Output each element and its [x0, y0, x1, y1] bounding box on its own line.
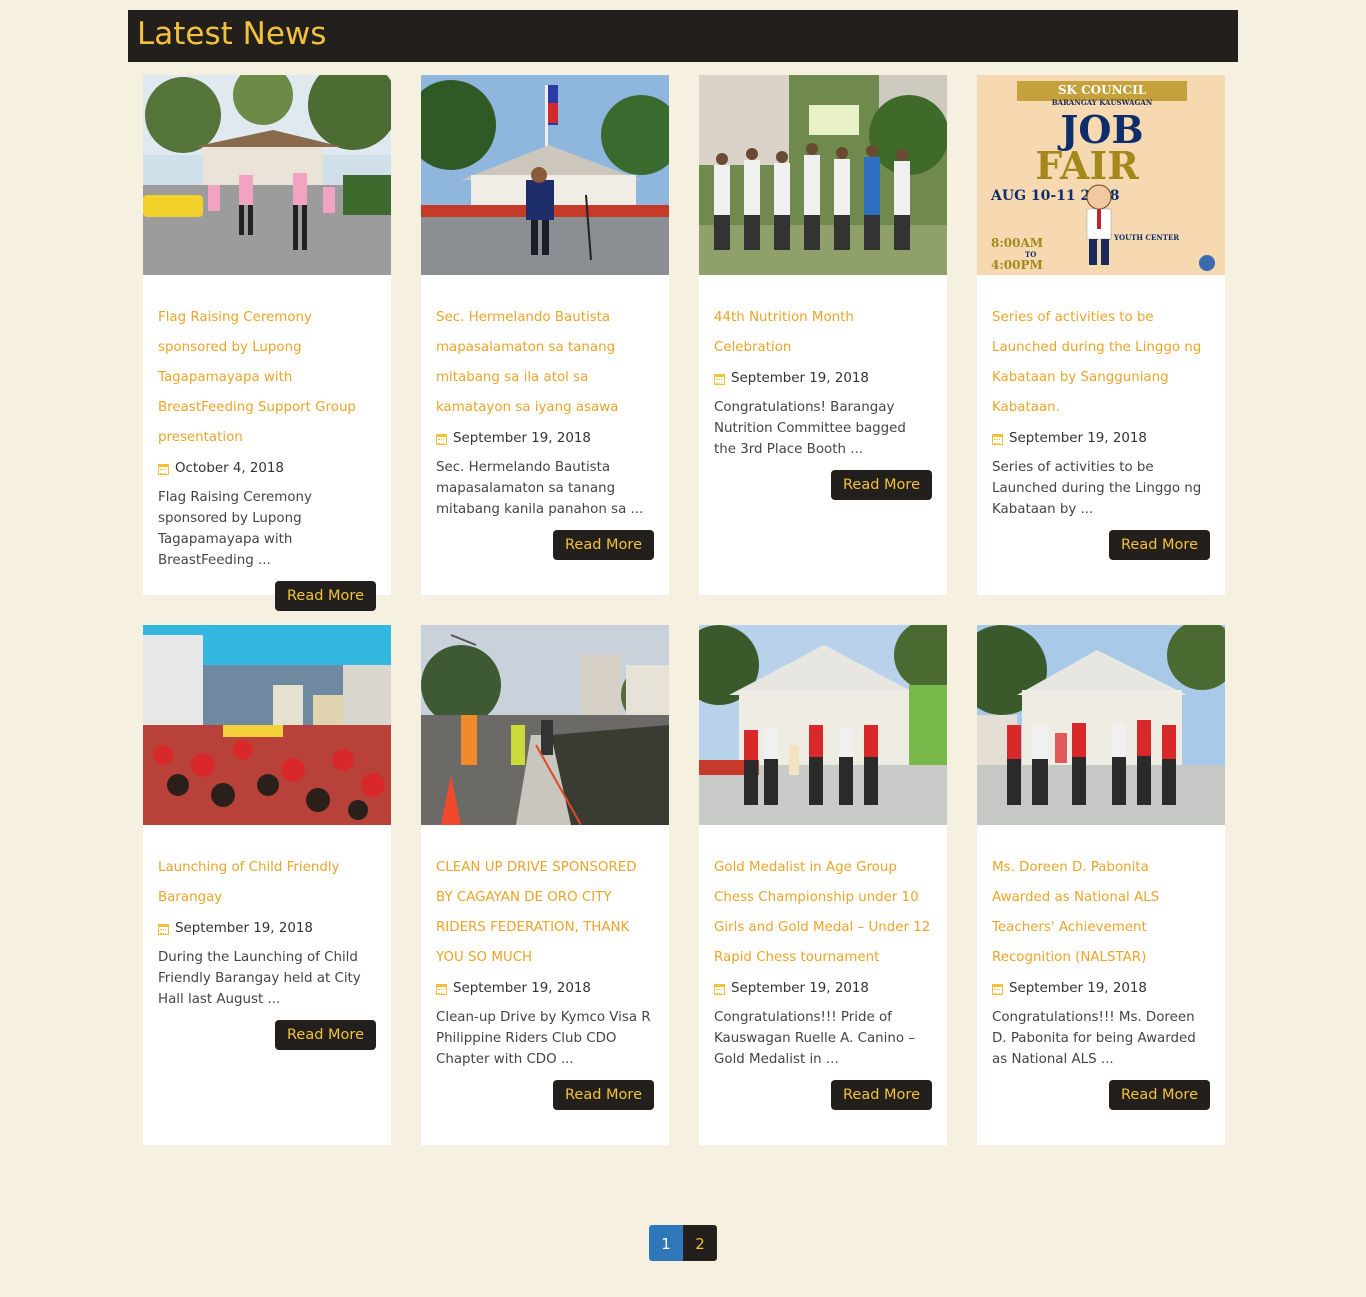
news-card: Gold Medalist in Age Group Chess Champio… [699, 625, 947, 1145]
page-title: Latest News [137, 16, 327, 52]
read-more-button[interactable]: Read More [275, 1020, 376, 1050]
news-card: SK COUNCIL BARANGAY KAUSWAGAN JOB FAIR A… [977, 75, 1225, 595]
news-date-text: September 19, 2018 [1009, 981, 1147, 996]
news-card: Sec. Hermelando Bautista mapasalamaton s… [421, 75, 669, 595]
news-date-text: September 19, 2018 [175, 921, 313, 936]
page-1-button[interactable]: 1 [649, 1225, 683, 1261]
calendar-icon [992, 433, 1003, 445]
read-more-button[interactable]: Read More [553, 530, 654, 560]
photo-crowd-stage[interactable] [143, 625, 391, 825]
pagination: 1 2 [649, 1225, 717, 1261]
read-more-button[interactable]: Read More [1109, 1080, 1210, 1110]
news-excerpt: Congratulations! Barangay Nutrition Comm… [714, 400, 906, 457]
photo-dancers-outdoor[interactable] [143, 75, 391, 275]
news-excerpt: During the Launching of Child Friendly B… [158, 950, 361, 1007]
poster-time-end: 4:00PM [991, 258, 1043, 272]
news-date: September 19, 2018 [714, 979, 932, 999]
poster-header: SK COUNCIL [1058, 83, 1147, 97]
calendar-icon [436, 433, 447, 445]
news-excerpt: Flag Raising Ceremony sponsored by Lupon… [158, 490, 312, 568]
photo-group-hall-a[interactable] [699, 625, 947, 825]
news-title-link[interactable]: Flag Raising Ceremony sponsored by Lupon… [158, 303, 376, 453]
news-date: September 19, 2018 [158, 919, 376, 939]
read-more-button[interactable]: Read More [275, 581, 376, 611]
photo-group-booth[interactable] [699, 75, 947, 275]
news-date: September 19, 2018 [436, 429, 654, 449]
photo-speaker-flagpole[interactable] [421, 75, 669, 275]
news-date: September 19, 2018 [992, 979, 1210, 999]
news-date-text: September 19, 2018 [731, 371, 869, 386]
read-more-button[interactable]: Read More [1109, 530, 1210, 560]
news-card: CLEAN UP DRIVE SPONSORED BY CAGAYAN DE O… [421, 625, 669, 1145]
poster-line2: FAIR [1035, 143, 1139, 188]
calendar-icon [992, 983, 1003, 995]
news-thumbnail[interactable] [977, 625, 1225, 825]
news-thumbnail[interactable]: SK COUNCIL BARANGAY KAUSWAGAN JOB FAIR A… [977, 75, 1225, 275]
calendar-icon [714, 373, 725, 385]
news-card: 44th Nutrition Month Celebration Septemb… [699, 75, 947, 595]
news-date-text: September 19, 2018 [453, 981, 591, 996]
page-2-button[interactable]: 2 [683, 1225, 717, 1261]
news-date-text: September 19, 2018 [453, 431, 591, 446]
news-date-text: October 4, 2018 [175, 461, 284, 476]
news-card: Launching of Child Friendly Barangay Sep… [143, 625, 391, 1145]
news-title-link[interactable]: Launching of Child Friendly Barangay [158, 853, 376, 913]
poster-subheader: BARANGAY KAUSWAGAN [1052, 98, 1153, 107]
read-more-button[interactable]: Read More [831, 1080, 932, 1110]
news-card: Ms. Doreen D. Pabonita Awarded as Nation… [977, 625, 1225, 1145]
news-thumbnail[interactable] [143, 75, 391, 275]
news-thumbnail[interactable] [421, 75, 669, 275]
news-excerpt: Congratulations!!! Pride of Kauswagan Ru… [714, 1010, 916, 1067]
calendar-icon [436, 983, 447, 995]
news-excerpt: Series of activities to be Launched duri… [992, 460, 1202, 517]
news-date: September 19, 2018 [436, 979, 654, 999]
news-card: Flag Raising Ceremony sponsored by Lupon… [143, 75, 391, 611]
read-more-button[interactable]: Read More [831, 470, 932, 500]
news-excerpt: Clean-up Drive by Kymco Visa R Philippin… [436, 1010, 651, 1067]
news-title-link[interactable]: CLEAN UP DRIVE SPONSORED BY CAGAYAN DE O… [436, 853, 654, 973]
photo-canal-cleanup[interactable] [421, 625, 669, 825]
news-date-text: September 19, 2018 [1009, 431, 1147, 446]
news-thumbnail[interactable] [699, 75, 947, 275]
calendar-icon [158, 923, 169, 935]
calendar-icon [158, 463, 169, 475]
news-header: Latest News [128, 10, 1238, 62]
news-date: October 4, 2018 [158, 459, 376, 479]
news-date: September 19, 2018 [714, 369, 932, 389]
read-more-button[interactable]: Read More [553, 1080, 654, 1110]
news-title-link[interactable]: Series of activities to be Launched duri… [992, 303, 1210, 423]
news-date-text: September 19, 2018 [731, 981, 869, 996]
news-thumbnail[interactable] [421, 625, 669, 825]
poster-time-start: 8:00AM [991, 236, 1043, 250]
news-date: September 19, 2018 [992, 429, 1210, 449]
news-title-link[interactable]: Gold Medalist in Age Group Chess Champio… [714, 853, 932, 973]
news-thumbnail[interactable] [143, 625, 391, 825]
news-title-link[interactable]: 44th Nutrition Month Celebration [714, 303, 932, 363]
poster-job-fair[interactable]: SK COUNCIL BARANGAY KAUSWAGAN JOB FAIR A… [977, 75, 1225, 275]
news-excerpt: Congratulations!!! Ms. Doreen D. Pabonit… [992, 1010, 1196, 1067]
news-title-link[interactable]: Sec. Hermelando Bautista mapasalamaton s… [436, 303, 654, 423]
news-grid: Flag Raising Ceremony sponsored by Lupon… [143, 75, 1225, 1145]
calendar-icon [714, 983, 725, 995]
photo-group-hall-b[interactable] [977, 625, 1225, 825]
news-thumbnail[interactable] [699, 625, 947, 825]
news-excerpt: Sec. Hermelando Bautista mapasalamaton s… [436, 460, 644, 517]
news-title-link[interactable]: Ms. Doreen D. Pabonita Awarded as Nation… [992, 853, 1210, 973]
